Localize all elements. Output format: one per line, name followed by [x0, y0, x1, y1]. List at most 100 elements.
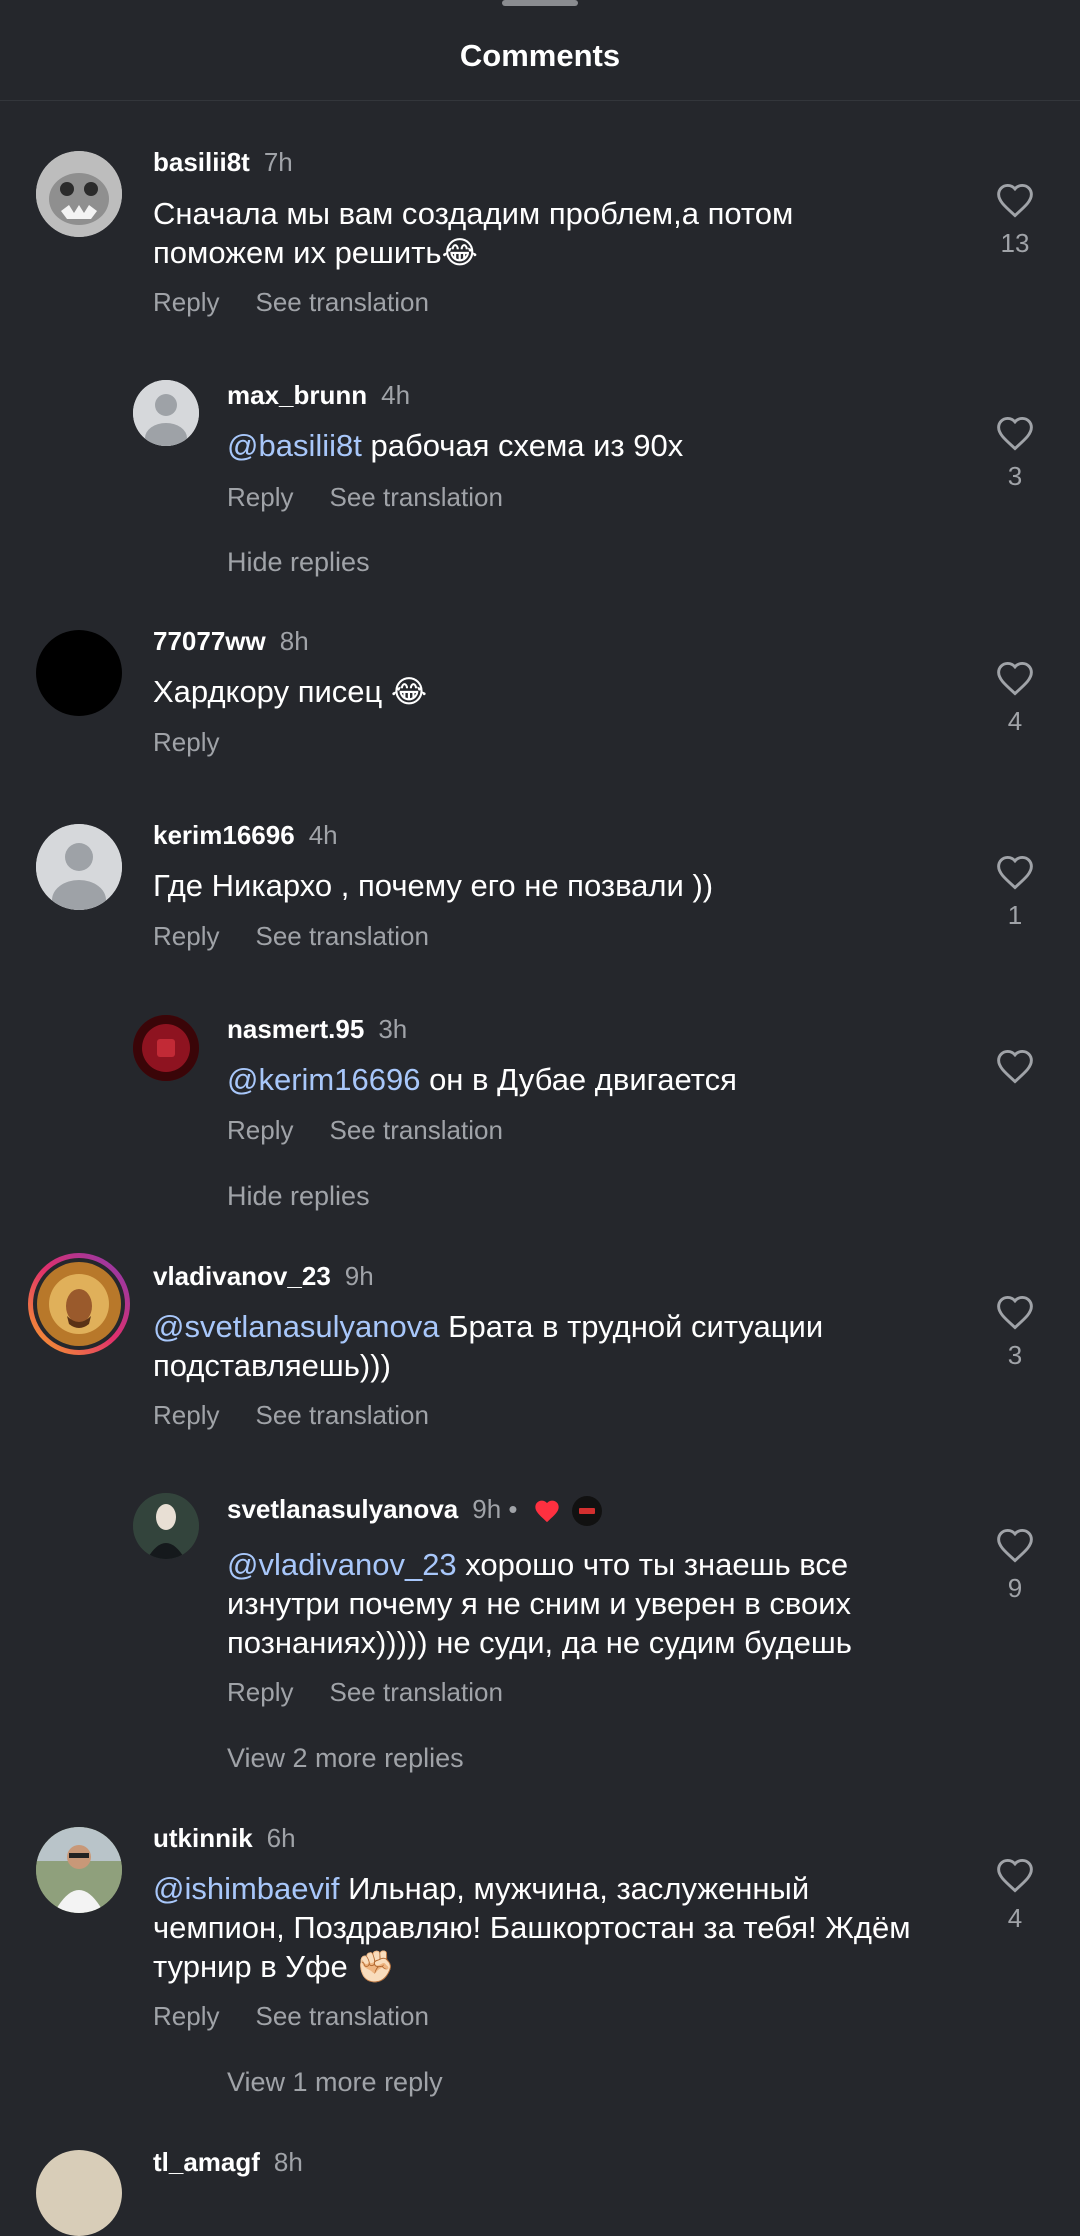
comment-text: Хардкору писец 😂 — [153, 672, 913, 711]
like-button[interactable]: 1 — [990, 854, 1040, 931]
timestamp: 9h • — [472, 1494, 518, 1524]
like-count: 4 — [1007, 706, 1023, 736]
page-title: Comments — [459, 38, 621, 73]
reply-button[interactable]: Reply — [153, 287, 219, 317]
like-count: 13 — [1000, 228, 1030, 258]
reply-button[interactable]: Reply — [227, 482, 293, 512]
heart-icon — [997, 1528, 1033, 1563]
username[interactable]: basilii8t — [153, 147, 250, 177]
comment-body: он в Дубае двигается — [420, 1062, 737, 1097]
mention-link[interactable]: @vladivanov_23 — [227, 1547, 457, 1582]
comment-actions: Reply — [153, 727, 255, 758]
comment-actions: Reply See translation — [227, 1115, 539, 1146]
avatar[interactable] — [36, 151, 122, 237]
comment-text: @ishimbaevif Ильнар, мужчина, заслуженны… — [153, 1869, 913, 1986]
timestamp: 8h — [279, 626, 309, 656]
comment-meta: nasmert.95 3h — [227, 1014, 407, 1045]
like-count: 3 — [1007, 1340, 1023, 1370]
comment-meta: kerim16696 4h — [153, 820, 338, 851]
comment-actions: Reply See translation — [153, 921, 465, 952]
timestamp: 4h — [308, 820, 338, 850]
timestamp: 8h — [273, 2147, 303, 2177]
like-count: 4 — [1007, 1903, 1023, 1933]
timestamp: 4h — [381, 380, 411, 410]
avatar[interactable] — [28, 1253, 130, 1355]
comment-body: Сначала мы вам создадим проблем,а потом … — [153, 196, 794, 270]
creator-avatar-badge — [571, 1496, 602, 1527]
avatar[interactable] — [36, 1827, 122, 1913]
view-more-replies-button[interactable]: View 1 more reply — [227, 2067, 443, 2098]
see-translation-button[interactable]: See translation — [329, 1677, 502, 1707]
comment-meta: utkinnik 6h — [153, 1823, 296, 1854]
like-count: 3 — [1007, 461, 1023, 491]
mention-link[interactable]: @ishimbaevif — [153, 1871, 340, 1906]
like-button[interactable]: 4 — [990, 1857, 1040, 1934]
like-count: 9 — [1007, 1573, 1023, 1603]
comment-meta: 77077ww 8h — [153, 626, 309, 657]
see-translation-button[interactable]: See translation — [255, 921, 428, 951]
reply-button[interactable]: Reply — [153, 1400, 219, 1430]
like-button[interactable]: 3 — [990, 415, 1040, 492]
avatar[interactable] — [133, 380, 199, 446]
see-translation-button[interactable]: See translation — [329, 482, 502, 512]
comment-text: @svetlanasulyanova Брата в трудной ситуа… — [153, 1307, 913, 1385]
like-button[interactable]: 9 — [990, 1527, 1040, 1604]
avatar[interactable] — [133, 1015, 199, 1081]
username[interactable]: vladivanov_23 — [153, 1261, 331, 1291]
see-translation-button[interactable]: See translation — [255, 287, 428, 317]
comment-meta: tl_amagf 8h — [153, 2147, 303, 2178]
see-translation-button[interactable]: See translation — [255, 1400, 428, 1430]
avatar[interactable] — [133, 1493, 199, 1559]
comment-actions: Reply See translation — [153, 1400, 465, 1431]
username[interactable]: svetlanasulyanova — [227, 1494, 458, 1524]
comment-actions: Reply See translation — [227, 482, 539, 513]
timestamp: 6h — [266, 1823, 296, 1853]
mention-link[interactable]: @svetlanasulyanova — [153, 1309, 440, 1344]
comment-actions: Reply See translation — [153, 287, 465, 318]
like-button[interactable]: 13 — [990, 182, 1040, 259]
view-more-replies-button[interactable]: View 2 more replies — [227, 1743, 464, 1774]
username[interactable]: 77077ww — [153, 626, 266, 656]
avatar[interactable] — [36, 824, 122, 910]
like-button[interactable]: 3 — [990, 1294, 1040, 1371]
comment-body: рабочая схема из 90х — [361, 428, 684, 463]
comment-meta: max_brunn 4h — [227, 380, 410, 411]
comment-meta: vladivanov_23 9h — [153, 1261, 374, 1292]
comment-text: @basilii8t рабочая схема из 90х — [227, 426, 927, 465]
username[interactable]: nasmert.95 — [227, 1014, 364, 1044]
heart-icon — [997, 1049, 1033, 1084]
reply-button[interactable]: Reply — [153, 921, 219, 951]
like-button[interactable]: 4 — [990, 660, 1040, 737]
reply-button[interactable]: Reply — [153, 2001, 219, 2031]
avatar[interactable] — [36, 630, 122, 716]
comment-meta: svetlanasulyanova 9h • — [227, 1494, 602, 1527]
comment-actions: Reply See translation — [153, 2001, 465, 2032]
reply-button[interactable]: Reply — [153, 727, 219, 757]
username[interactable]: kerim16696 — [153, 820, 295, 850]
creator-liked-heart-icon — [535, 1500, 559, 1523]
mention-link[interactable]: @kerim16696 — [227, 1062, 420, 1097]
reply-button[interactable]: Reply — [227, 1115, 293, 1145]
heart-icon — [997, 855, 1033, 890]
comment-text: Где Никархо , почему его не позвали )) — [153, 866, 913, 905]
reply-button[interactable]: Reply — [227, 1677, 293, 1707]
like-button[interactable] — [990, 1048, 1040, 1094]
comment-text: @kerim16696 он в Дубае двигается — [227, 1060, 927, 1099]
see-translation-button[interactable]: See translation — [329, 1115, 502, 1145]
username[interactable]: tl_amagf — [153, 2147, 260, 2177]
username[interactable]: utkinnik — [153, 1823, 253, 1853]
heart-icon — [997, 1858, 1033, 1893]
like-count: 1 — [1007, 900, 1023, 930]
avatar[interactable] — [36, 2150, 122, 2236]
see-translation-button[interactable]: See translation — [255, 2001, 428, 2031]
username[interactable]: max_brunn — [227, 380, 367, 410]
comment-actions: Reply See translation — [227, 1677, 539, 1708]
hide-replies-button[interactable]: Hide replies — [227, 1181, 370, 1212]
comment-text: @vladivanov_23 хорошо что ты знаешь все … — [227, 1545, 947, 1662]
mention-link[interactable]: @basilii8t — [227, 428, 362, 463]
hide-replies-button[interactable]: Hide replies — [227, 547, 370, 578]
heart-icon — [997, 183, 1033, 218]
comment-meta: basilii8t 7h — [153, 147, 293, 178]
comment-text: Сначала мы вам создадим проблем,а потом … — [153, 194, 913, 272]
heart-icon — [997, 661, 1033, 696]
